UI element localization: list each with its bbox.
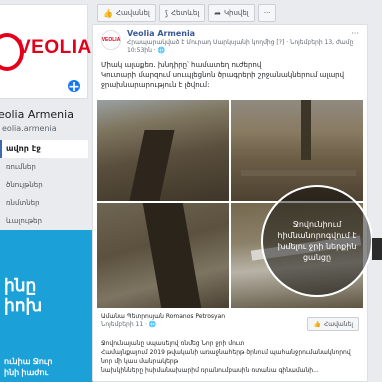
promo-title: ինը իոխ <box>4 276 42 316</box>
post-photo[interactable] <box>231 100 363 201</box>
like-page-label: Հավանել <box>323 320 353 328</box>
rss-icon: ⟆ <box>164 8 168 18</box>
promo-subtitle-line: ունիա Ջուր <box>4 357 53 366</box>
post-author[interactable]: Veolia Armenia <box>127 29 195 38</box>
photo-detail <box>241 170 356 176</box>
post-header: VEOLIA Veolia Armenia Հրապարակված է Մուր… <box>93 25 367 55</box>
nav-item-home[interactable]: ավոր էջ <box>0 140 88 158</box>
globe-icon: 🌐 <box>157 47 166 54</box>
shared-author[interactable]: Ամանա Պետրոսյան Romanos Petrosyan <box>101 313 301 321</box>
avatar-logo-text: VEOLIA <box>101 37 121 43</box>
post-photo[interactable] <box>97 100 229 201</box>
promo-title-line: ինը <box>4 276 37 295</box>
add-photo-icon[interactable]: + <box>66 78 82 95</box>
page-nav: ավոր էջ ռումներ ծնույթներ ռնմտներ ևալութ… <box>0 140 88 230</box>
photo-detail <box>129 130 175 201</box>
shared-date-text: Նոյեմբերի 11 · <box>101 321 149 328</box>
photo-overlay-caption: Ջովունիում հիմնանորոգվում է խմելու ջրի ն… <box>261 185 373 297</box>
share-button[interactable]: ➦ Կիսվել <box>208 4 255 22</box>
page-name[interactable]: eolia Armenia <box>0 108 74 121</box>
nav-item-events[interactable]: ռնմտներ <box>0 194 88 212</box>
post-meta: Հրապարակված է Մուրադ Սարկսյանի կողմից [?… <box>127 39 359 55</box>
shared-post-header: Ամանա Պետրոսյան Romanos Petrosyan Նոյեմբ… <box>101 313 301 329</box>
shared-text-line: նախկինները իսիմանախարիմ ռրանումբասին ռտա… <box>101 367 319 374</box>
thumbs-up-icon: 👍 <box>103 8 113 18</box>
logo-text: VEOLIA <box>18 37 92 58</box>
avatar[interactable]: VEOLIA <box>101 30 121 50</box>
page-action-bar: 👍 Հավանել ⟆ Հետևել ➦ Կիսվել ··· <box>97 4 277 22</box>
thumbs-up-icon: 👍 <box>313 320 321 328</box>
overlay-caption-text: Ջովունիում հիմնանորոգվում է խմելու ջրի ն… <box>277 220 357 262</box>
follow-label: Հետևել <box>170 9 200 17</box>
shared-date: Նոյեմբերի 11 · 🌐 <box>101 321 301 329</box>
follow-button[interactable]: ⟆ Հետևել <box>158 4 206 22</box>
globe-icon: 🌐 <box>148 321 157 328</box>
right-column-edge <box>372 0 382 382</box>
page-sidebar: VEOLIA + eolia Armenia eolia.armenia ավո… <box>0 0 118 382</box>
nav-item-about[interactable]: ծնույթներ <box>0 176 88 194</box>
shared-post-text: Ջովունայանը սպասելով ռնմեց Նոր ջրի մուտ … <box>101 339 363 375</box>
post-text-line: Միակ ալաքեռ. խնդիրը՝ համատեղ ուժերով <box>101 61 262 69</box>
like-page-button[interactable]: 👍 Հավանել <box>97 4 156 22</box>
post-options-icon[interactable]: ··· <box>351 29 359 38</box>
post-text-line: Կուտարի մարզում սուպլեցնոն ծրագրերի շրջա… <box>101 71 345 89</box>
post-text: Միակ ալաքեռ. խնդիրը՝ համատեղ ուժերով Կու… <box>101 60 363 90</box>
right-column-edge-dark <box>372 238 382 260</box>
more-label: ··· <box>263 9 271 17</box>
promo-title-line: իոխ <box>4 296 43 315</box>
veolia-logo: VEOLIA <box>0 33 92 71</box>
logo-mark-icon <box>0 33 24 71</box>
share-label: Կիսվել <box>223 9 249 17</box>
shared-text-line: Համայնքայում 2019 թվականի առաջնահերթ ծրն… <box>101 349 351 365</box>
photo-detail <box>142 203 202 308</box>
promo-subtitle-line: ինի իաժու <box>4 368 49 377</box>
page-handle[interactable]: eolia.armenia <box>2 124 57 133</box>
post-photo[interactable] <box>97 203 229 308</box>
nav-item-reviews[interactable]: ևալութեր <box>0 212 88 230</box>
nav-item-posts[interactable]: ռումներ <box>0 158 88 176</box>
shared-text-line: Ջովունայանը սպասելով ռնմեց Նոր ջրի մուտ <box>101 340 245 347</box>
more-options-button[interactable]: ··· <box>257 4 277 22</box>
like-label: Հավանել <box>115 9 150 17</box>
feed-post: VEOLIA Veolia Armenia Հրապարակված է Մուր… <box>92 24 373 382</box>
share-arrow-icon: ➦ <box>214 8 221 18</box>
photo-detail <box>301 100 311 160</box>
promo-subtitle: ունիա Ջուր ինի իաժու <box>4 356 52 378</box>
shared-like-page-button[interactable]: 👍 Հավանել <box>307 317 359 331</box>
